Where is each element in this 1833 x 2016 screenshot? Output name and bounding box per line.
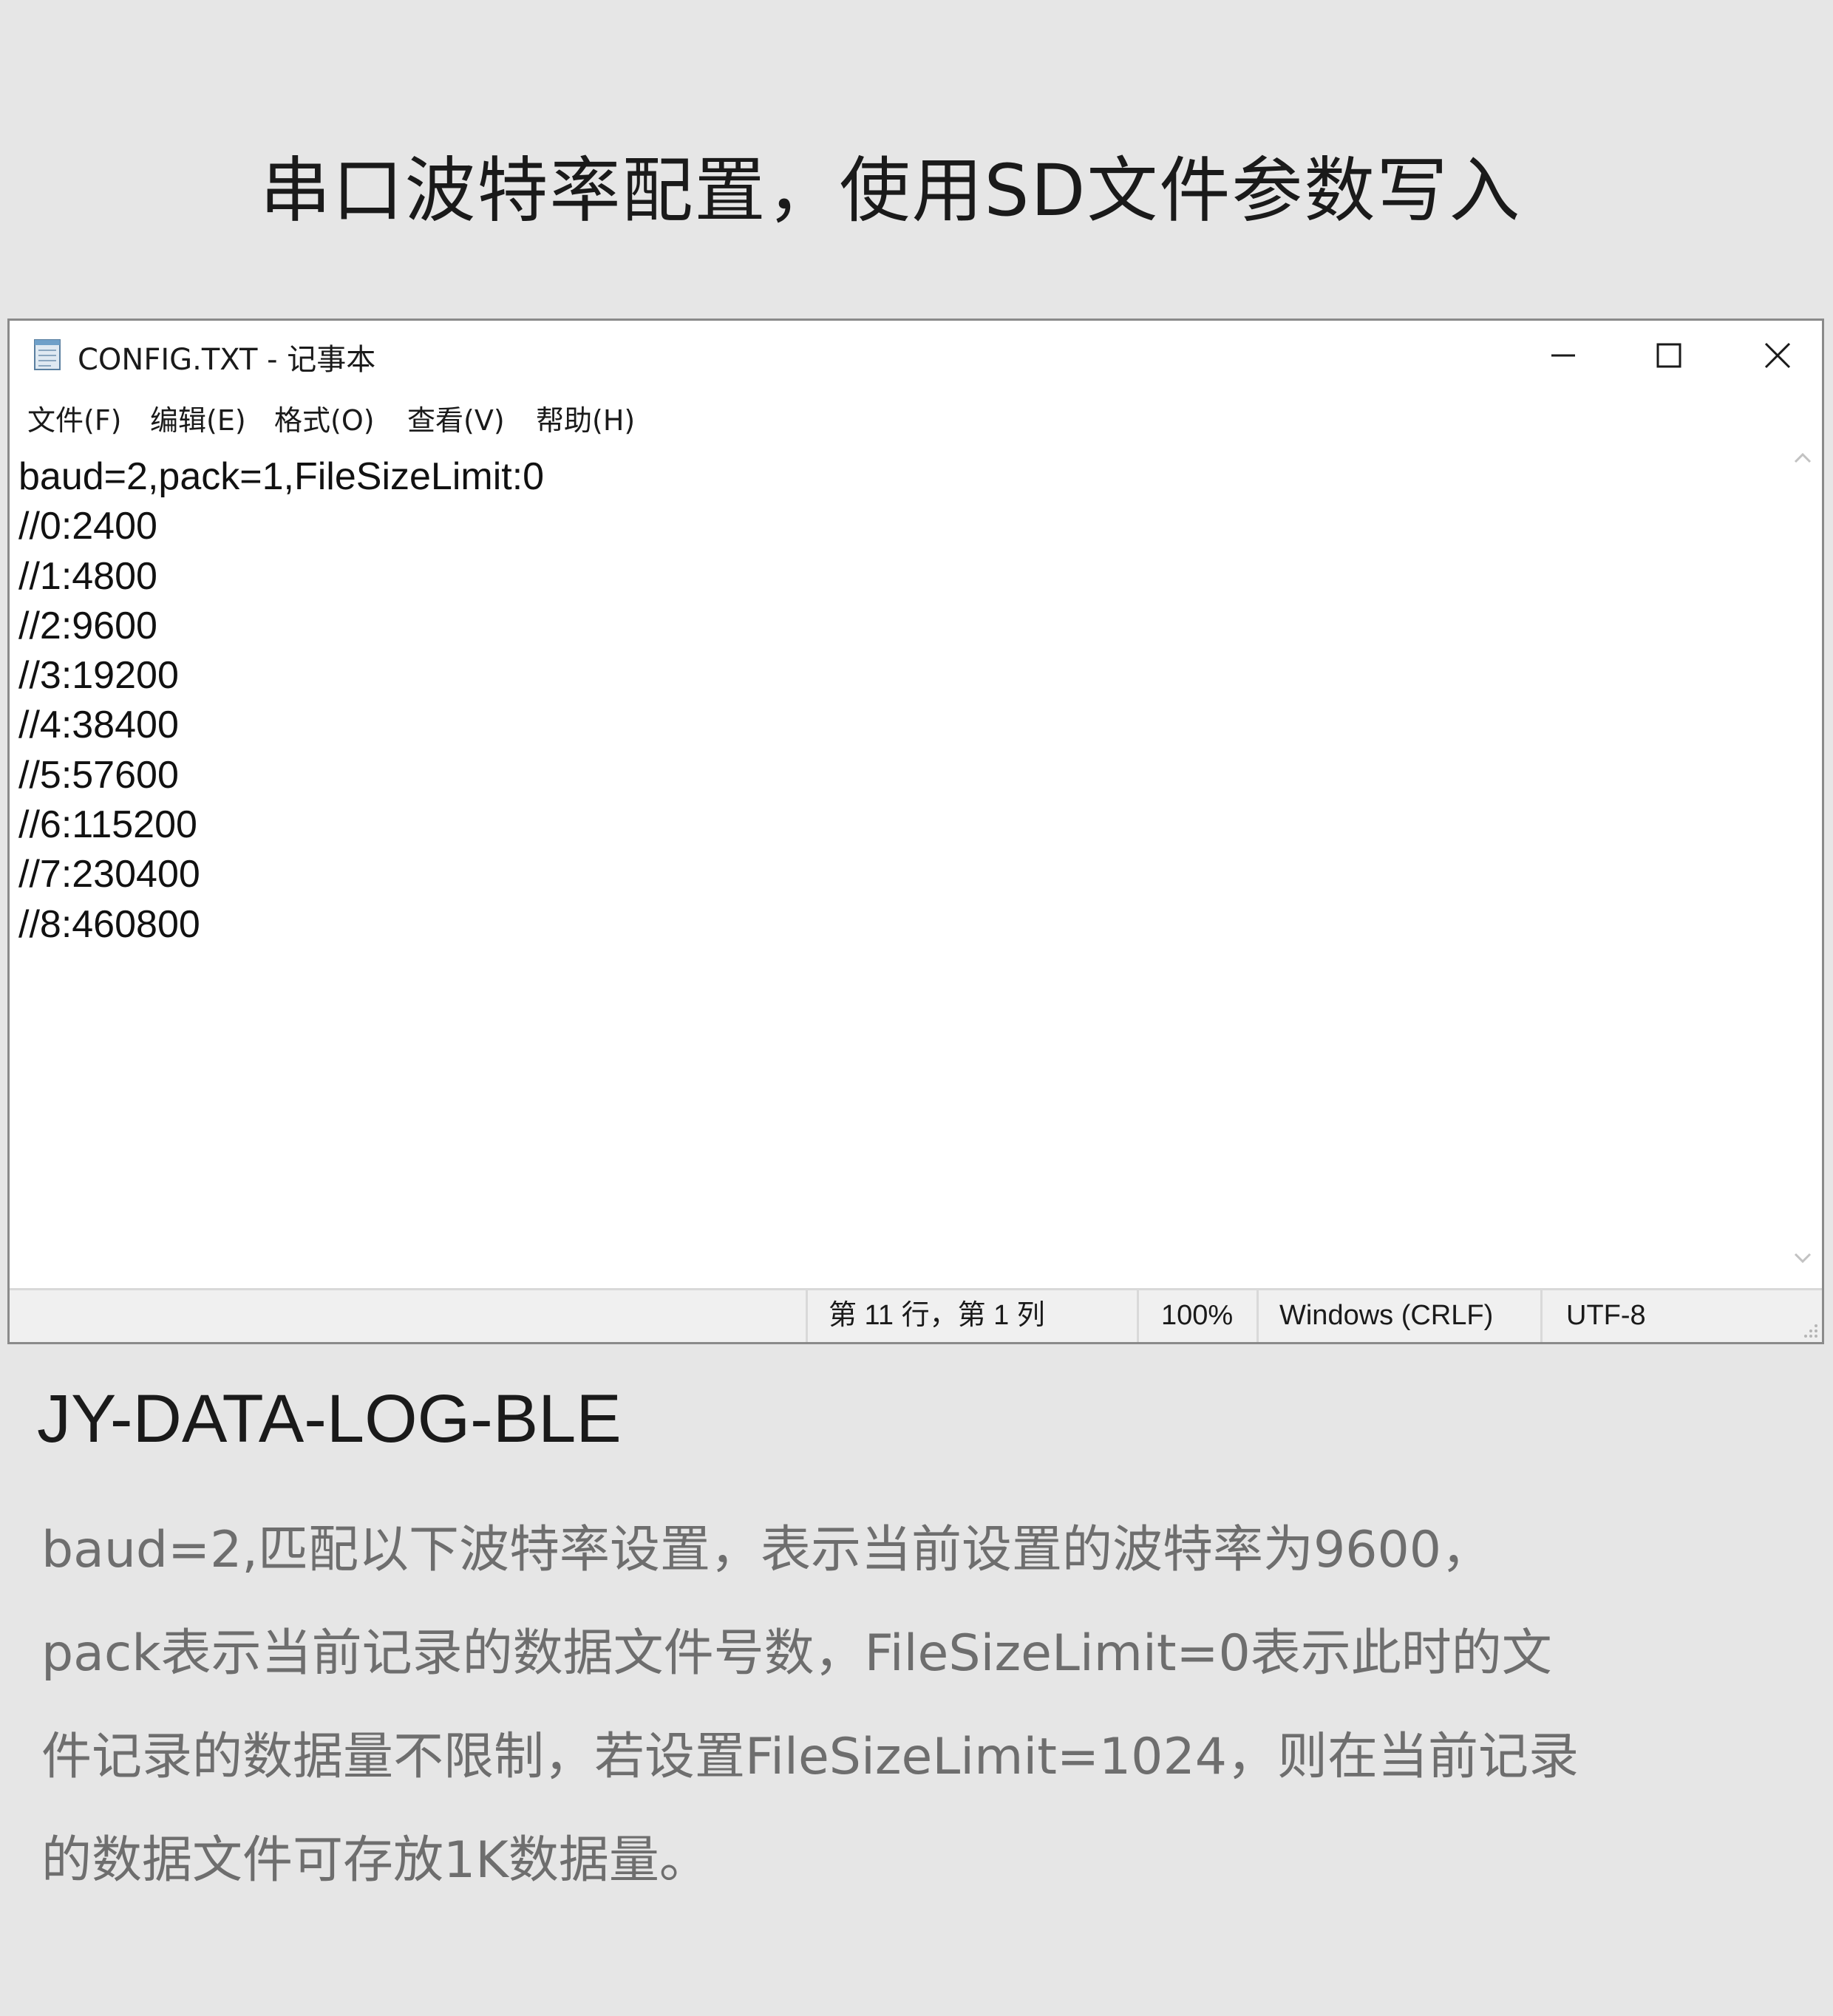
scroll-down-icon[interactable] <box>1791 1246 1815 1270</box>
menu-file[interactable]: 文件(F) <box>27 398 122 438</box>
description-line: 件记录的数据量不限制，若设置FileSizeLimit=1024，则在当前记录 <box>41 1728 1579 1786</box>
close-button[interactable] <box>1726 321 1829 390</box>
page-title: 串口波特率配置，使用SD文件参数写入 <box>259 149 1522 232</box>
window-title: CONFIG.TXT - 记事本 <box>78 343 376 377</box>
menu-view[interactable]: 查看(V) <box>407 398 505 438</box>
status-zoom: 100% <box>1137 1290 1256 1342</box>
notepad-window: CONFIG.TXT - 记事本 文件(F) 编辑(E) 格式(O) 查看(V)… <box>7 319 1824 1344</box>
product-name: JY-DATA-LOG-BLE <box>37 1381 622 1457</box>
description: baud=2,匹配以下波特率设置，表示当前设置的波特率为9600， pack表示… <box>41 1499 1800 1913</box>
status-encoding: UTF-8 <box>1540 1290 1762 1342</box>
vertical-scrollbar[interactable] <box>1783 436 1822 1280</box>
status-bar: 第 11 行，第 1 列 100% Windows (CRLF) UTF-8 <box>10 1288 1822 1342</box>
notepad-icon <box>34 339 61 370</box>
maximize-button[interactable] <box>1617 321 1721 390</box>
minimize-icon <box>1551 354 1575 357</box>
menu-edit[interactable]: 编辑(E) <box>150 398 246 438</box>
description-line: baud=2,匹配以下波特率设置，表示当前设置的波特率为9600， <box>41 1521 1492 1579</box>
description-line: 的数据文件可存放1K数据量。 <box>41 1831 710 1890</box>
maximize-icon <box>1656 343 1681 368</box>
status-line-ending: Windows (CRLF) <box>1256 1290 1540 1342</box>
menu-help[interactable]: 帮助(H) <box>536 398 635 438</box>
resize-grip-icon[interactable] <box>1801 1321 1819 1339</box>
description-line: pack表示当前记录的数据文件号数，FileSizeLimit=0表示此时的文 <box>41 1624 1552 1683</box>
scroll-up-icon[interactable] <box>1791 446 1815 470</box>
minimize-button[interactable] <box>1511 321 1615 390</box>
title-bar[interactable]: CONFIG.TXT - 记事本 <box>10 321 1822 390</box>
status-cursor-position: 第 11 行，第 1 列 <box>806 1290 1146 1342</box>
menu-bar: 文件(F) 编辑(E) 格式(O) 查看(V) 帮助(H) <box>10 390 1822 437</box>
text-editor[interactable]: baud=2,pack=1,FileSizeLimit:0 //0:2400 /… <box>10 436 1783 1280</box>
menu-format[interactable]: 格式(O) <box>274 398 375 438</box>
close-icon <box>1764 342 1791 369</box>
editor-content[interactable]: baud=2,pack=1,FileSizeLimit:0 //0:2400 /… <box>18 452 544 950</box>
